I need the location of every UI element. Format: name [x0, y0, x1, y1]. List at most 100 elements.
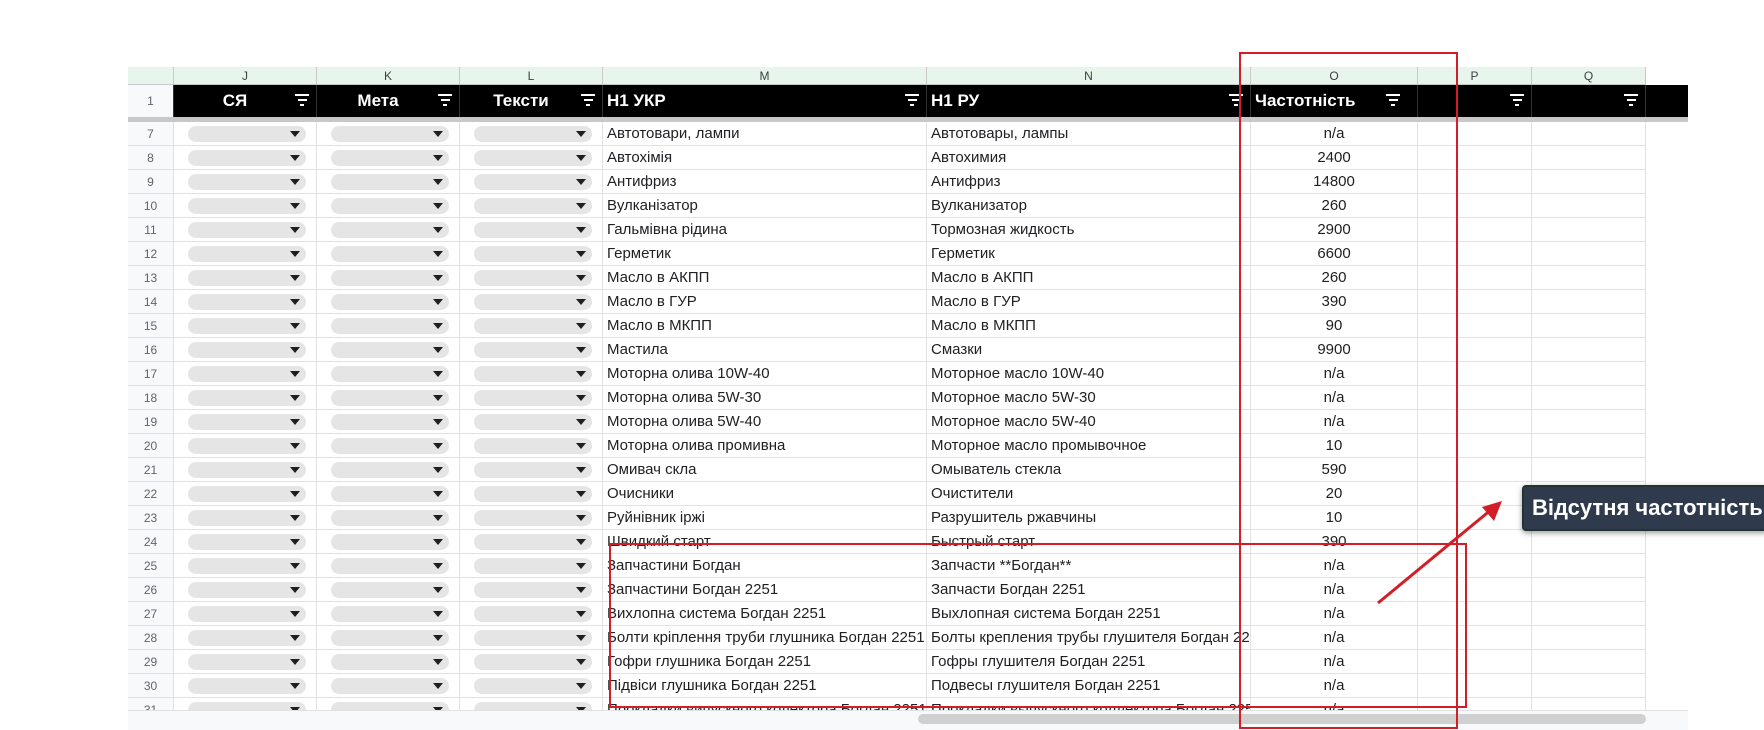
select-all-corner[interactable]: [128, 67, 174, 85]
dropdown-chip[interactable]: [188, 462, 306, 478]
dropdown-cell[interactable]: [460, 578, 603, 602]
cell-frequency[interactable]: 10: [1251, 434, 1418, 458]
row-number[interactable]: 28: [128, 626, 174, 650]
cell-h1-ru[interactable]: Омыватель стекла: [927, 458, 1251, 482]
empty-cell[interactable]: [1532, 266, 1646, 290]
dropdown-cell[interactable]: [174, 266, 317, 290]
cell-h1-ukr[interactable]: Моторна олива 5W-40: [603, 410, 927, 434]
dropdown-cell[interactable]: [460, 386, 603, 410]
dropdown-chip[interactable]: [188, 558, 306, 574]
cell-h1-ukr[interactable]: Болти кріплення труби глушника Богдан 22…: [603, 626, 927, 650]
row-number[interactable]: 29: [128, 650, 174, 674]
dropdown-cell[interactable]: [174, 650, 317, 674]
dropdown-chip[interactable]: [188, 198, 306, 214]
dropdown-cell[interactable]: [174, 482, 317, 506]
column-header-k[interactable]: K: [317, 67, 460, 85]
empty-cell[interactable]: [1418, 122, 1532, 146]
dropdown-chip[interactable]: [331, 126, 449, 142]
cell-h1-ru[interactable]: Смазки: [927, 338, 1251, 362]
cell-h1-ukr[interactable]: Вулканізатор: [603, 194, 927, 218]
dropdown-chip[interactable]: [331, 534, 449, 550]
dropdown-cell[interactable]: [460, 410, 603, 434]
cell-h1-ru[interactable]: Моторное масло 5W-30: [927, 386, 1251, 410]
cell-frequency[interactable]: 260: [1251, 194, 1418, 218]
dropdown-cell[interactable]: [174, 146, 317, 170]
empty-cell[interactable]: [1418, 386, 1532, 410]
dropdown-chip[interactable]: [331, 486, 449, 502]
dropdown-chip[interactable]: [474, 654, 592, 670]
dropdown-cell[interactable]: [174, 362, 317, 386]
row-number[interactable]: 17: [128, 362, 174, 386]
dropdown-cell[interactable]: [317, 626, 460, 650]
cell-h1-ru[interactable]: Подвесы глушителя Богдан 2251: [927, 674, 1251, 698]
dropdown-cell[interactable]: [460, 170, 603, 194]
empty-cell[interactable]: [1532, 602, 1646, 626]
row-number[interactable]: 21: [128, 458, 174, 482]
row-number[interactable]: 7: [128, 122, 174, 146]
dropdown-cell[interactable]: [317, 554, 460, 578]
dropdown-chip[interactable]: [474, 198, 592, 214]
filter-icon[interactable]: [1623, 94, 1639, 108]
dropdown-cell[interactable]: [460, 218, 603, 242]
cell-frequency[interactable]: 2900: [1251, 218, 1418, 242]
dropdown-cell[interactable]: [317, 266, 460, 290]
cell-h1-ru[interactable]: Масло в ГУР: [927, 290, 1251, 314]
dropdown-chip[interactable]: [474, 246, 592, 262]
dropdown-chip[interactable]: [331, 222, 449, 238]
empty-cell[interactable]: [1532, 578, 1646, 602]
dropdown-chip[interactable]: [331, 366, 449, 382]
cell-frequency[interactable]: n/a: [1251, 650, 1418, 674]
dropdown-cell[interactable]: [460, 602, 603, 626]
dropdown-chip[interactable]: [474, 390, 592, 406]
dropdown-chip[interactable]: [331, 678, 449, 694]
dropdown-cell[interactable]: [460, 290, 603, 314]
cell-frequency[interactable]: 2400: [1251, 146, 1418, 170]
empty-cell[interactable]: [1532, 314, 1646, 338]
dropdown-chip[interactable]: [331, 342, 449, 358]
dropdown-cell[interactable]: [174, 242, 317, 266]
filter-icon[interactable]: [1228, 94, 1244, 108]
empty-cell[interactable]: [1532, 362, 1646, 386]
cell-h1-ru[interactable]: Моторное масло промывочное: [927, 434, 1251, 458]
dropdown-chip[interactable]: [188, 222, 306, 238]
cell-frequency[interactable]: n/a: [1251, 626, 1418, 650]
cell-frequency[interactable]: 9900: [1251, 338, 1418, 362]
cell-h1-ru[interactable]: Очистители: [927, 482, 1251, 506]
cell-h1-ukr[interactable]: Масло в ГУР: [603, 290, 927, 314]
dropdown-chip[interactable]: [331, 462, 449, 478]
cell-h1-ukr[interactable]: Запчастини Богдан 2251: [603, 578, 927, 602]
dropdown-chip[interactable]: [188, 174, 306, 190]
dropdown-cell[interactable]: [460, 242, 603, 266]
cell-frequency[interactable]: 260: [1251, 266, 1418, 290]
dropdown-chip[interactable]: [188, 390, 306, 406]
cell-h1-ukr[interactable]: Підвіси глушника Богдан 2251: [603, 674, 927, 698]
horizontal-scrollbar[interactable]: [918, 714, 1646, 724]
dropdown-cell[interactable]: [317, 674, 460, 698]
row-number[interactable]: 19: [128, 410, 174, 434]
dropdown-cell[interactable]: [460, 266, 603, 290]
cell-frequency[interactable]: 590: [1251, 458, 1418, 482]
dropdown-cell[interactable]: [317, 482, 460, 506]
dropdown-chip[interactable]: [474, 630, 592, 646]
cell-h1-ru[interactable]: Гофры глушителя Богдан 2251: [927, 650, 1251, 674]
empty-cell[interactable]: [1532, 434, 1646, 458]
dropdown-cell[interactable]: [174, 578, 317, 602]
empty-cell[interactable]: [1418, 194, 1532, 218]
cell-h1-ru[interactable]: Герметик: [927, 242, 1251, 266]
cell-h1-ru[interactable]: Масло в АКПП: [927, 266, 1251, 290]
dropdown-cell[interactable]: [317, 362, 460, 386]
cell-frequency[interactable]: n/a: [1251, 410, 1418, 434]
row-number[interactable]: 13: [128, 266, 174, 290]
dropdown-chip[interactable]: [474, 270, 592, 286]
row-number[interactable]: 12: [128, 242, 174, 266]
empty-cell[interactable]: [1418, 314, 1532, 338]
empty-cell[interactable]: [1532, 242, 1646, 266]
cell-frequency[interactable]: n/a: [1251, 386, 1418, 410]
dropdown-cell[interactable]: [174, 338, 317, 362]
dropdown-cell[interactable]: [317, 146, 460, 170]
cell-h1-ru[interactable]: Быстрый старт: [927, 530, 1251, 554]
empty-cell[interactable]: [1418, 266, 1532, 290]
cell-frequency[interactable]: 14800: [1251, 170, 1418, 194]
column-header-p[interactable]: P: [1418, 67, 1532, 85]
dropdown-chip[interactable]: [188, 270, 306, 286]
